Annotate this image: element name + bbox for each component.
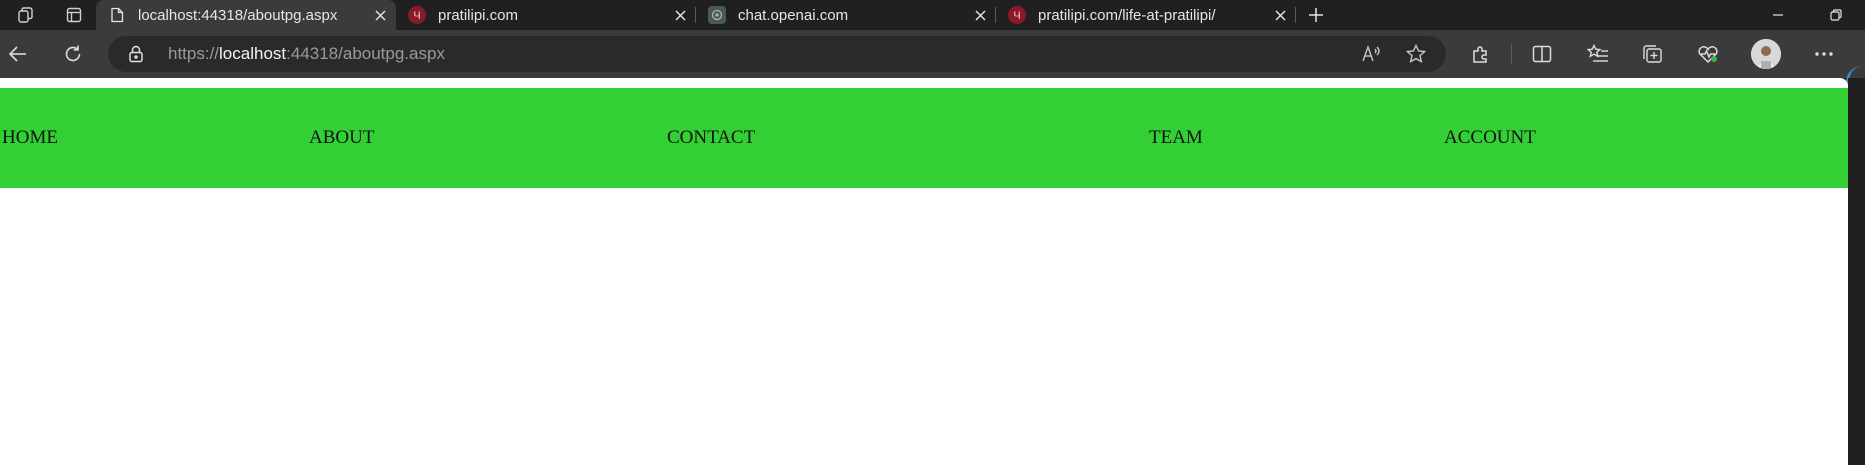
tab-pratilipi[interactable]: Ч pratilipi.com xyxy=(396,0,696,30)
tab-pratilipi-life[interactable]: Ч pratilipi.com/life-at-pratilipi/ xyxy=(996,0,1296,30)
url-host: localhost xyxy=(219,44,287,63)
tab-title: chat.openai.com xyxy=(738,6,849,24)
pratilipi-icon: Ч xyxy=(408,6,426,24)
profile-avatar[interactable] xyxy=(1751,39,1781,69)
minimize-icon[interactable] xyxy=(1749,0,1807,30)
page-viewport: HOME ABOUT CONTACT TEAM ACCOUNT xyxy=(0,78,1848,465)
close-tab-icon[interactable] xyxy=(975,0,986,30)
address-bar[interactable]: https://localhost:44318/aboutpg.aspx xyxy=(108,36,1446,72)
tab-actions-icon[interactable] xyxy=(52,0,96,30)
extensions-icon[interactable] xyxy=(1463,30,1499,78)
svg-text:Ч: Ч xyxy=(1013,10,1020,22)
tab-title: pratilipi.com xyxy=(438,6,519,24)
nav-link-home[interactable]: HOME xyxy=(2,88,58,188)
favorite-star-icon[interactable] xyxy=(1400,36,1432,72)
url-scheme: https:// xyxy=(168,44,220,63)
openai-icon xyxy=(708,6,726,24)
favorites-list-icon[interactable] xyxy=(1580,30,1616,78)
new-tab-button[interactable] xyxy=(1296,0,1336,30)
browser-essentials-icon[interactable] xyxy=(1690,30,1726,78)
more-options-icon[interactable] xyxy=(1806,30,1842,78)
nav-link-about[interactable]: ABOUT xyxy=(309,88,374,188)
page-icon xyxy=(108,6,126,24)
lock-icon[interactable] xyxy=(128,36,144,72)
toolbar-divider xyxy=(1511,44,1512,64)
close-tab-icon[interactable] xyxy=(1275,0,1286,30)
nav-link-contact[interactable]: CONTACT xyxy=(667,88,755,188)
split-screen-icon[interactable] xyxy=(1524,30,1560,78)
refresh-icon[interactable] xyxy=(55,30,91,78)
tab-title: localhost:44318/aboutpg.aspx xyxy=(138,6,338,24)
svg-text:Ч: Ч xyxy=(413,10,420,22)
nav-link-account[interactable]: ACCOUNT xyxy=(1444,88,1536,188)
tab-strip: localhost:44318/aboutpg.aspx Ч pratilipi… xyxy=(0,0,1865,30)
tab-localhost-aboutpg[interactable]: localhost:44318/aboutpg.aspx xyxy=(96,0,396,30)
collections-icon[interactable] xyxy=(1634,30,1670,78)
url-path: :44318/aboutpg.aspx xyxy=(286,44,445,63)
close-tab-icon[interactable] xyxy=(675,0,686,30)
tab-title: pratilipi.com/life-at-pratilipi/ xyxy=(1038,6,1216,24)
nav-link-team[interactable]: TEAM xyxy=(1149,88,1203,188)
pratilipi-icon: Ч xyxy=(1008,6,1026,24)
workspaces-icon[interactable] xyxy=(0,0,52,30)
site-navbar: HOME ABOUT CONTACT TEAM ACCOUNT xyxy=(0,88,1848,188)
read-aloud-icon[interactable] xyxy=(1355,36,1387,72)
restore-icon[interactable] xyxy=(1807,0,1865,30)
browser-side-gutter xyxy=(1848,78,1865,465)
tab-separator xyxy=(1295,7,1296,23)
window-controls xyxy=(1749,0,1865,30)
tab-chat-openai[interactable]: chat.openai.com xyxy=(696,0,996,30)
browser-toolbar: https://localhost:44318/aboutpg.aspx xyxy=(0,30,1865,102)
url-text[interactable]: https://localhost:44318/aboutpg.aspx xyxy=(168,36,445,72)
back-arrow-icon[interactable] xyxy=(0,30,36,78)
close-tab-icon[interactable] xyxy=(375,0,386,30)
